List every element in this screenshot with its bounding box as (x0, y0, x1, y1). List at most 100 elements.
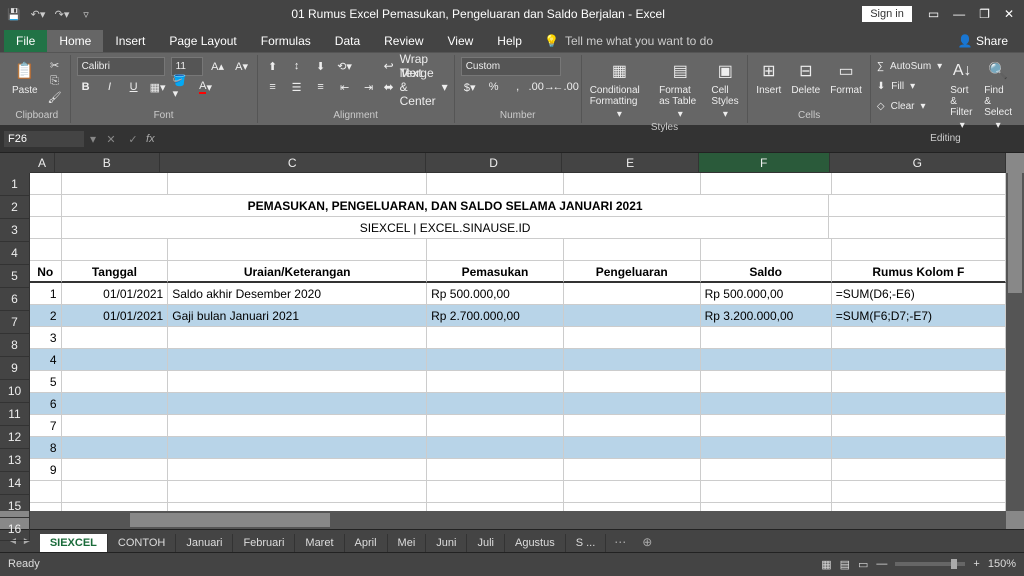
clear-button[interactable]: ◇ Clear ▾ (877, 97, 942, 115)
col-header[interactable]: G (830, 153, 1006, 173)
underline-button[interactable]: U (125, 79, 143, 95)
increase-decimal-icon[interactable]: .00→ (533, 79, 551, 95)
delete-cells-button[interactable]: ⊟Delete (789, 57, 822, 98)
align-right-icon[interactable]: ≡ (312, 79, 330, 95)
sort-filter-button[interactable]: A↓Sort & Filter▾ (948, 57, 976, 133)
bold-button[interactable]: B (77, 79, 95, 95)
sheet-tab[interactable]: Maret (295, 534, 344, 552)
select-all-button[interactable] (0, 153, 31, 174)
save-icon[interactable]: 💾 (6, 6, 22, 22)
row-header[interactable]: 3 (0, 219, 30, 242)
more-sheets-icon[interactable]: ⋯ (606, 532, 634, 552)
tab-view[interactable]: View (436, 30, 486, 52)
sheet-tab[interactable]: Agustus (505, 534, 566, 552)
redo-icon[interactable]: ↷▾ (54, 6, 70, 22)
row-headers[interactable]: 1 2 3 4 5 6 7 8 9 10 11 12 13 14 15 16 (0, 173, 30, 511)
col-header[interactable]: E (562, 153, 699, 173)
cells-area[interactable]: PEMASUKAN, PENGELUARAN, DAN SALDO SELAMA… (30, 173, 1006, 511)
tab-review[interactable]: Review (372, 30, 435, 52)
format-painter-button[interactable]: 🖌 (46, 89, 64, 105)
fill-button[interactable]: ⬇ Fill ▾ (877, 77, 942, 95)
view-normal-icon[interactable]: ▦ (821, 558, 831, 571)
row-header[interactable]: 5 (0, 265, 30, 288)
decrease-decimal-icon[interactable]: ←.00 (557, 79, 575, 95)
percent-format-icon[interactable]: % (485, 79, 503, 95)
sheet-tab[interactable]: Mei (388, 534, 427, 552)
align-top-icon[interactable]: ⬆ (264, 58, 282, 74)
increase-font-icon[interactable]: A▴ (209, 58, 227, 74)
paste-button[interactable]: 📋Paste (10, 57, 40, 98)
col-header[interactable]: B (55, 153, 160, 173)
vertical-scrollbar[interactable] (1006, 173, 1024, 511)
font-name-select[interactable]: Calibri (77, 57, 165, 76)
align-bottom-icon[interactable]: ⬇ (312, 58, 330, 74)
view-page-break-icon[interactable]: ▭ (858, 558, 868, 571)
col-header[interactable]: A (30, 153, 55, 173)
conditional-formatting-button[interactable]: ▦Conditional Formatting▾ (588, 57, 651, 122)
sheet-tab[interactable]: SIEXCEL (40, 534, 108, 552)
row-header[interactable]: 4 (0, 242, 30, 265)
tab-data[interactable]: Data (323, 30, 372, 52)
col-header[interactable]: D (426, 153, 563, 173)
row-header[interactable]: 10 (0, 380, 30, 403)
row-header[interactable]: 7 (0, 311, 30, 334)
fill-color-button[interactable]: 🪣▾ (173, 79, 191, 95)
row-header[interactable]: 16 (0, 518, 30, 541)
enter-formula-icon[interactable]: ✓ (124, 131, 142, 147)
cell-styles-button[interactable]: ▣Cell Styles▾ (709, 57, 741, 122)
decrease-indent-icon[interactable]: ⇤ (336, 79, 354, 95)
tab-page-layout[interactable]: Page Layout (157, 30, 248, 52)
sheet-tab[interactable]: CONTOH (108, 534, 176, 552)
tell-me-box[interactable]: 💡Tell me what you want to do (534, 30, 723, 52)
sheet-tab[interactable]: S ... (566, 534, 607, 552)
col-header[interactable]: C (160, 153, 426, 173)
font-color-button[interactable]: A▾ (197, 79, 215, 95)
align-center-icon[interactable]: ☰ (288, 79, 306, 95)
tab-insert[interactable]: Insert (103, 30, 157, 52)
decrease-font-icon[interactable]: A▾ (233, 58, 251, 74)
merge-center-button[interactable]: ⬌ Merge & Center ▾ (384, 78, 448, 96)
accounting-format-icon[interactable]: $▾ (461, 79, 479, 95)
view-page-layout-icon[interactable]: ▤ (840, 558, 850, 571)
orientation-icon[interactable]: ⟲▾ (336, 58, 354, 74)
fx-icon[interactable]: fx (146, 133, 155, 145)
number-format-select[interactable]: Custom (461, 57, 561, 76)
insert-cells-button[interactable]: ⊞Insert (754, 57, 783, 98)
row-header[interactable]: 6 (0, 288, 30, 311)
column-headers[interactable]: A B C D E F G (30, 153, 1006, 173)
sheet-tab[interactable]: Juli (467, 534, 505, 552)
tab-home[interactable]: Home (47, 30, 103, 52)
italic-button[interactable]: I (101, 79, 119, 95)
close-icon[interactable]: ✕ (1004, 7, 1014, 21)
row-header[interactable]: 8 (0, 334, 30, 357)
share-button[interactable]: 👤 Share (946, 30, 1020, 52)
row-header[interactable]: 15 (0, 495, 30, 518)
sheet-tab[interactable]: Januari (176, 534, 233, 552)
sign-in-button[interactable]: Sign in (862, 6, 912, 22)
horizontal-scrollbar[interactable] (30, 511, 1006, 529)
cut-button[interactable]: ✂ (46, 57, 64, 73)
zoom-slider[interactable] (895, 562, 965, 566)
row-header[interactable]: 9 (0, 357, 30, 380)
ribbon-display-icon[interactable]: ▭ (928, 7, 939, 21)
sheet-title[interactable]: PEMASUKAN, PENGELUARAN, DAN SALDO SELAMA… (62, 195, 829, 217)
align-left-icon[interactable]: ≡ (264, 79, 282, 95)
sheet-subtitle[interactable]: SIEXCEL | EXCEL.SINAUSE.ID (62, 217, 829, 239)
align-middle-icon[interactable]: ↕ (288, 58, 306, 74)
row-header[interactable]: 14 (0, 472, 30, 495)
minimize-icon[interactable]: — (953, 7, 965, 21)
find-select-button[interactable]: 🔍Find & Select▾ (982, 57, 1014, 133)
undo-icon[interactable]: ↶▾ (30, 6, 46, 22)
zoom-level[interactable]: 150% (988, 558, 1016, 570)
row-header[interactable]: 1 (0, 173, 30, 196)
tab-file[interactable]: File (4, 30, 47, 52)
row-header[interactable]: 13 (0, 449, 30, 472)
cancel-formula-icon[interactable]: ✕ (102, 131, 120, 147)
row-header[interactable]: 11 (0, 403, 30, 426)
scroll-thumb[interactable] (130, 513, 330, 527)
font-size-select[interactable]: 11 (171, 57, 203, 76)
format-as-table-button[interactable]: ▤Format as Table▾ (657, 57, 703, 122)
comma-format-icon[interactable]: , (509, 79, 527, 95)
name-box-dropdown-icon[interactable]: ▾ (90, 132, 96, 146)
name-box[interactable]: F26 (4, 131, 84, 147)
